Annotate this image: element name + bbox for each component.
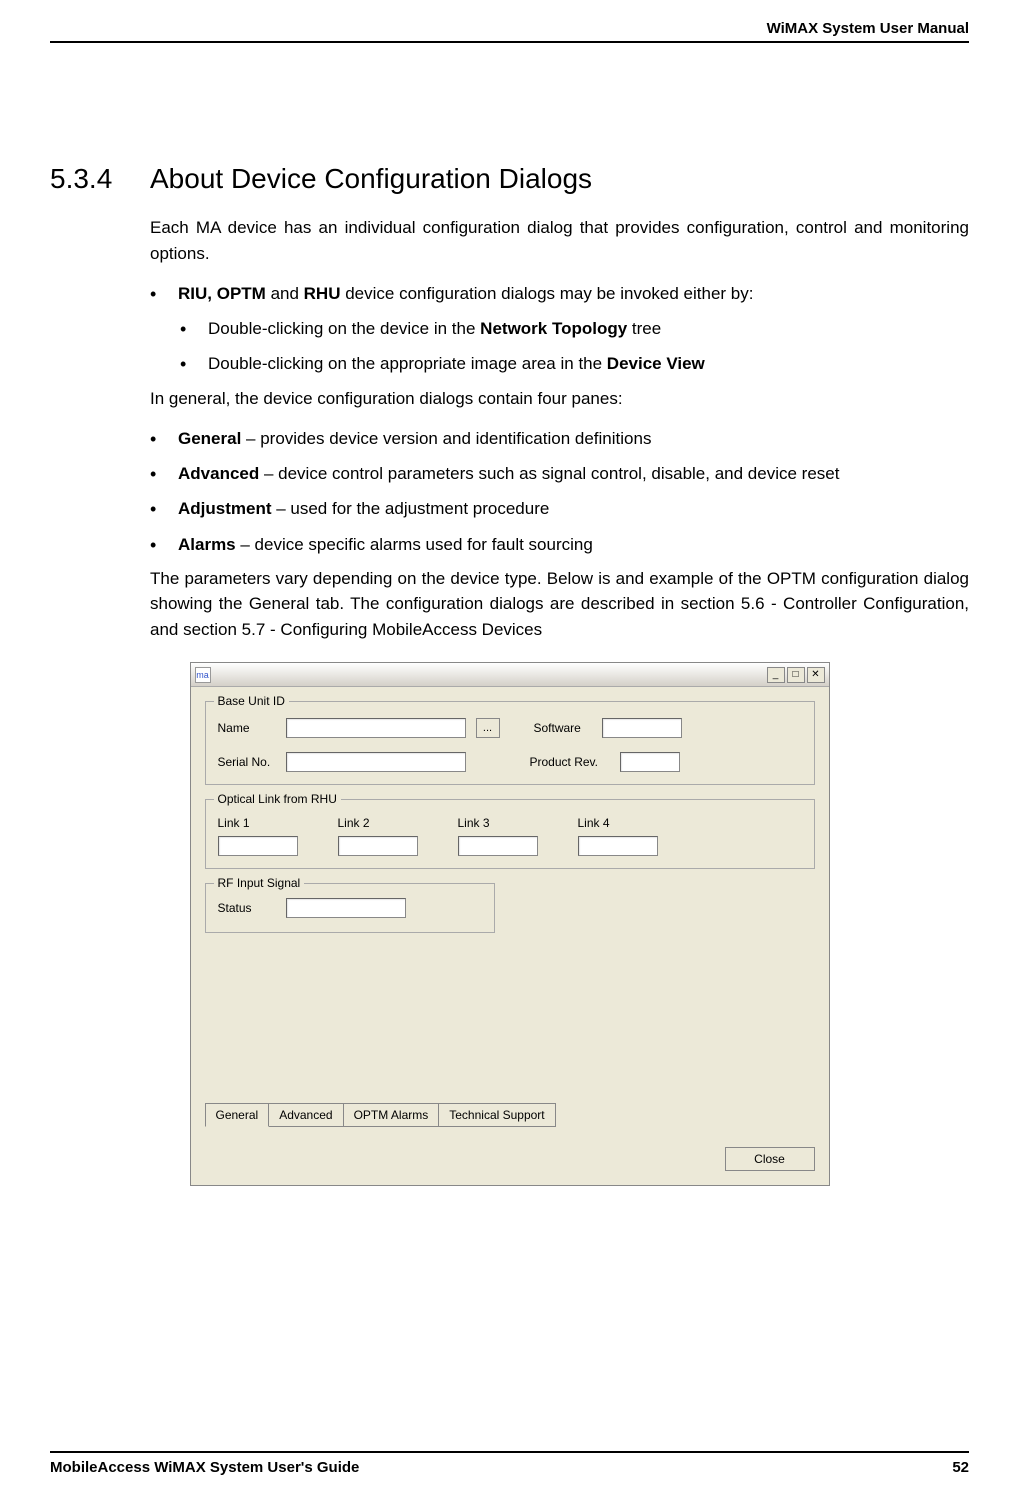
groupbox-title-optical: Optical Link from RHU — [214, 792, 341, 806]
pane-advanced: Advanced – device control parameters suc… — [150, 460, 969, 487]
bold-device-view: Device View — [607, 354, 705, 373]
row-status: Status — [218, 898, 482, 918]
label-serial: Serial No. — [218, 755, 276, 769]
bullet-dblclick-image: Double-clicking on the appropriate image… — [180, 350, 969, 377]
dialog-footer: Close — [191, 1137, 829, 1185]
section-heading: 5.3.4 About Device Configuration Dialogs — [50, 163, 969, 195]
row-serial: Serial No. Product Rev. — [218, 752, 802, 772]
dialog-titlebar[interactable]: ma _ □ ✕ — [191, 663, 829, 687]
bold-network-topology: Network Topology — [480, 319, 627, 338]
label-name: Name — [218, 721, 276, 735]
page-header: WiMAX System User Manual — [50, 20, 969, 43]
tab-optm-alarms[interactable]: OPTM Alarms — [343, 1103, 440, 1127]
text-advanced: – device control parameters such as sign… — [259, 464, 839, 483]
window-controls: _ □ ✕ — [767, 667, 825, 683]
row-name: Name ... Software — [218, 718, 802, 738]
prodrev-field[interactable] — [620, 752, 680, 772]
panes-list: General – provides device version and id… — [150, 425, 969, 558]
link3-field[interactable] — [458, 836, 538, 856]
main-bullet-list: RIU, OPTM and RHU device configuration d… — [150, 280, 969, 307]
serial-field[interactable] — [286, 752, 466, 772]
tab-technical-support[interactable]: Technical Support — [438, 1103, 555, 1127]
groupbox-title-rf: RF Input Signal — [214, 876, 305, 890]
intro-paragraph: Each MA device has an individual configu… — [150, 215, 969, 266]
tab-strip: General Advanced OPTM Alarms Technical S… — [205, 1103, 815, 1127]
close-window-button[interactable]: ✕ — [807, 667, 825, 683]
screenshot-container: ma _ □ ✕ Base Unit ID Name ... Software — [50, 662, 969, 1186]
label-prodrev: Product Rev. — [530, 755, 610, 769]
label-link2: Link 2 — [338, 816, 418, 830]
text-adjustment: – used for the adjustment procedure — [272, 499, 550, 518]
closing-paragraph: The parameters vary depending on the dev… — [150, 566, 969, 643]
link1-col: Link 1 — [218, 816, 298, 856]
groupbox-base-unit-id: Base Unit ID Name ... Software Serial No… — [205, 701, 815, 785]
status-field[interactable] — [286, 898, 406, 918]
label-link4: Link 4 — [578, 816, 658, 830]
text-pre2: Double-clicking on the appropriate image… — [208, 354, 607, 373]
link4-field[interactable] — [578, 836, 658, 856]
label-link3: Link 3 — [458, 816, 538, 830]
link2-field[interactable] — [338, 836, 418, 856]
bullet-devices: RIU, OPTM and RHU device configuration d… — [150, 280, 969, 307]
maximize-button[interactable]: □ — [787, 667, 805, 683]
header-title: WiMAX System User Manual — [767, 20, 969, 37]
name-field[interactable] — [286, 718, 466, 738]
footer-page-number: 52 — [952, 1459, 969, 1476]
nested-bullet-list: Double-clicking on the device in the Net… — [180, 315, 969, 377]
pane-general: General – provides device version and id… — [150, 425, 969, 452]
link4-col: Link 4 — [578, 816, 658, 856]
text-rest: device configuration dialogs may be invo… — [341, 284, 754, 303]
link1-field[interactable] — [218, 836, 298, 856]
tab-advanced[interactable]: Advanced — [268, 1103, 343, 1127]
panes-intro: In general, the device configuration dia… — [150, 386, 969, 412]
text-and: and — [266, 284, 304, 303]
groupbox-optical-link: Optical Link from RHU Link 1 Link 2 Link… — [205, 799, 815, 869]
link2-col: Link 2 — [338, 816, 418, 856]
text-general: – provides device version and identifica… — [241, 429, 651, 448]
link3-col: Link 3 — [458, 816, 538, 856]
section-title: About Device Configuration Dialogs — [150, 163, 592, 195]
bullet-dblclick-tree: Double-clicking on the device in the Net… — [180, 315, 969, 342]
label-status: Status — [218, 901, 276, 915]
link-row: Link 1 Link 2 Link 3 Link 4 — [218, 816, 802, 856]
bold-riu-optm: RIU, OPTM — [178, 284, 266, 303]
label-software: Software — [534, 721, 592, 735]
software-field[interactable] — [602, 718, 682, 738]
label-link1: Link 1 — [218, 816, 298, 830]
pane-adjustment: Adjustment – used for the adjustment pro… — [150, 495, 969, 522]
config-dialog: ma _ □ ✕ Base Unit ID Name ... Software — [190, 662, 830, 1186]
bold-alarms: Alarms — [178, 535, 236, 554]
bold-adjustment: Adjustment — [178, 499, 272, 518]
bold-general: General — [178, 429, 241, 448]
pane-alarms: Alarms – device specific alarms used for… — [150, 531, 969, 558]
tab-general[interactable]: General — [205, 1103, 270, 1127]
groupbox-title-base: Base Unit ID — [214, 694, 289, 708]
text-pre: Double-clicking on the device in the — [208, 319, 480, 338]
page-footer: MobileAccess WiMAX System User's Guide 5… — [50, 1451, 969, 1476]
bold-rhu: RHU — [304, 284, 341, 303]
browse-button[interactable]: ... — [476, 718, 500, 738]
bold-advanced: Advanced — [178, 464, 259, 483]
groupbox-rf-input: RF Input Signal Status — [205, 883, 495, 933]
text-post: tree — [627, 319, 661, 338]
text-alarms: – device specific alarms used for fault … — [236, 535, 593, 554]
section-number: 5.3.4 — [50, 163, 150, 195]
close-button[interactable]: Close — [725, 1147, 815, 1171]
footer-left: MobileAccess WiMAX System User's Guide — [50, 1459, 359, 1476]
minimize-button[interactable]: _ — [767, 667, 785, 683]
dialog-body: Base Unit ID Name ... Software Serial No… — [191, 687, 829, 1137]
dialog-app-icon: ma — [195, 667, 211, 683]
